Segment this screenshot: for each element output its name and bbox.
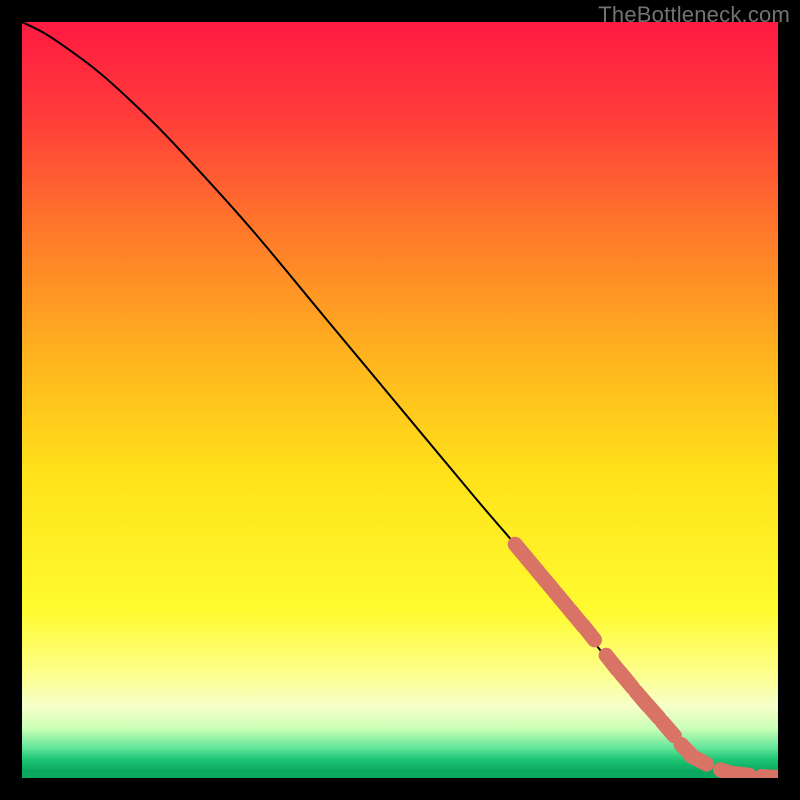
marker-point (647, 705, 659, 719)
gradient-background (22, 22, 778, 778)
marker-point (583, 626, 594, 640)
marker-point (621, 674, 633, 688)
chart-svg (22, 22, 778, 778)
marker-point (731, 773, 749, 775)
chart-frame: { "watermark": "TheBottleneck.com", "col… (0, 0, 800, 800)
chart-plot-area (22, 22, 778, 778)
marker-point (662, 722, 674, 736)
marker-point (691, 756, 707, 764)
